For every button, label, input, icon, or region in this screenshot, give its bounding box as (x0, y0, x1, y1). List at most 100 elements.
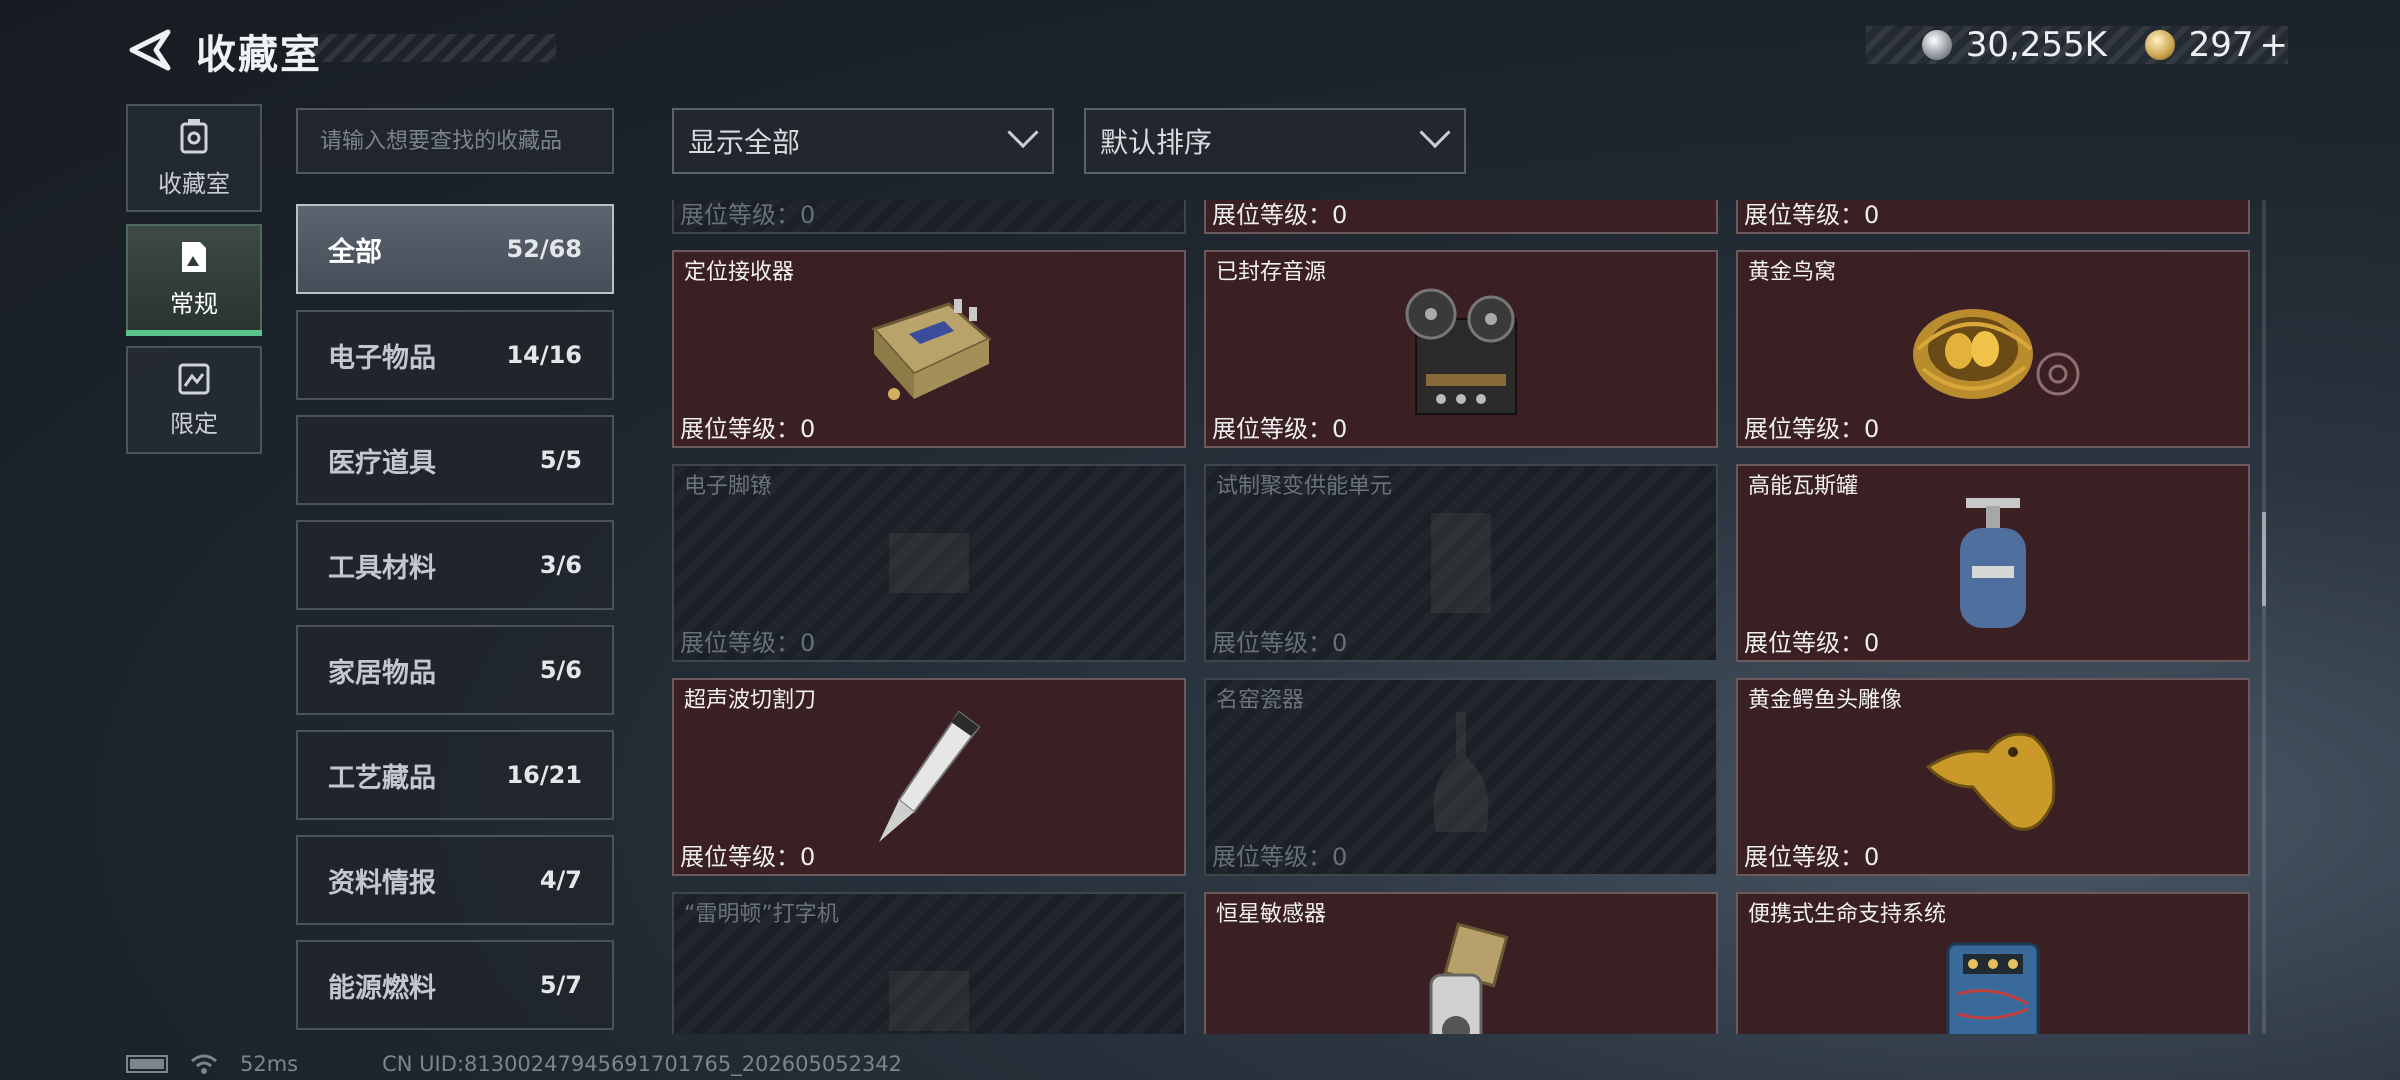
category-count: 4/7 (539, 866, 582, 894)
display-filter-dropdown[interactable]: 显示全部 (672, 108, 1054, 174)
sort-value: 默认排序 (1100, 126, 1213, 159)
item-name: 黄金鳄鱼头雕像 (1748, 688, 1903, 713)
collection-card[interactable]: 高能瓦斯罐 展位等级：0 (1736, 464, 2250, 662)
category-count: 3/6 (539, 551, 582, 579)
nav-label: 限定 (170, 409, 218, 438)
back-button[interactable] (124, 24, 176, 76)
ping-value: 52ms (240, 1052, 299, 1076)
item-name: 试制聚变供能单元 (1216, 474, 1393, 499)
category-fuel[interactable]: 能源燃料 5/7 (296, 940, 614, 1030)
category-count: 5/7 (539, 971, 582, 999)
category-label: 工艺藏品 (328, 762, 436, 794)
nav-limited[interactable]: 限定 (126, 346, 262, 454)
booth-level: 展位等级：0 (680, 201, 816, 229)
category-intel[interactable]: 资料情报 4/7 (296, 835, 614, 925)
typewriter-icon (889, 971, 969, 1031)
category-label: 资料情报 (328, 867, 436, 899)
booth-level: 展位等级：0 (680, 415, 816, 443)
booth-level: 展位等级：0 (1744, 201, 1880, 229)
page-title: 收藏室 (196, 32, 322, 78)
collection-card[interactable]: 黄金鳄鱼头雕像 展位等级：0 (1736, 678, 2250, 876)
booth-level: 展位等级：0 (1212, 629, 1348, 657)
wifi-icon (191, 1054, 217, 1074)
add-currency-button[interactable]: + (2260, 25, 2289, 65)
category-count: 5/6 (539, 656, 582, 684)
title-decoration (310, 34, 556, 62)
collection-card[interactable]: 便携式生命支持系统 (1736, 892, 2250, 1034)
category-label: 能源燃料 (328, 972, 436, 1004)
collection-icon (180, 118, 208, 153)
ankle-monitor-icon (889, 533, 969, 593)
collection-grid: 展位等级：0 展位等级：0 展位等级：0 定位接收器 展位等级：0 已封存音源 (672, 200, 2254, 1034)
collection-card[interactable]: 恒星敏感器 (1204, 892, 1718, 1034)
category-count: 16/21 (506, 761, 582, 789)
category-all[interactable]: 全部 52/68 (296, 204, 614, 294)
collection-card[interactable]: 展位等级：0 (1736, 200, 2250, 234)
grid-scrollbar-thumb[interactable] (2262, 512, 2266, 606)
category-crafts[interactable]: 工艺藏品 16/21 (296, 730, 614, 820)
regular-icon (182, 241, 206, 272)
limited-icon (178, 363, 210, 394)
collection-card[interactable]: 展位等级：0 (672, 200, 1186, 234)
nav-label: 收藏室 (158, 169, 230, 198)
sort-dropdown[interactable]: 默认排序 (1084, 108, 1466, 174)
item-name: 高能瓦斯罐 (1748, 474, 1859, 499)
category-count: 52/68 (506, 235, 582, 263)
booth-level: 展位等级：0 (1212, 415, 1348, 443)
item-name: 恒星敏感器 (1216, 902, 1327, 927)
category-medical[interactable]: 医疗道具 5/5 (296, 415, 614, 505)
collection-card[interactable]: 试制聚变供能单元 展位等级：0 (1204, 464, 1718, 662)
booth-level: 展位等级：0 (1744, 629, 1880, 657)
nav-regular[interactable]: 常规 (126, 224, 262, 336)
category-label: 电子物品 (328, 342, 436, 374)
collection-card[interactable]: 超声波切割刀 展位等级：0 (672, 678, 1186, 876)
category-count: 14/16 (506, 341, 582, 369)
category-count: 5/5 (539, 446, 582, 474)
collection-card[interactable]: 展位等级：0 (1204, 200, 1718, 234)
status-footer: 52ms CN UID:8130024794569170​1765_202605… (126, 1052, 902, 1076)
booth-level: 展位等级：0 (1744, 843, 1880, 871)
item-name: 便携式生命支持系统 (1748, 902, 1947, 927)
category-household[interactable]: 家居物品 5/6 (296, 625, 614, 715)
grid-scrollbar[interactable] (2262, 200, 2266, 1034)
category-tools[interactable]: 工具材料 3/6 (296, 520, 614, 610)
star-sensor-icon (1429, 922, 1509, 1034)
collection-card[interactable]: 已封存音源 展位等级：0 (1204, 250, 1718, 448)
item-name: 名窑瓷器 (1216, 688, 1305, 713)
chevron-down-icon (1007, 116, 1039, 149)
item-name: 超声波切割刀 (684, 688, 817, 713)
category-label: 医疗道具 (328, 447, 436, 479)
booth-level: 展位等级：0 (1212, 843, 1348, 871)
gold-crocodile-icon (1925, 732, 2056, 831)
booth-level: 展位等级：0 (680, 629, 816, 657)
collection-card[interactable]: 名窑瓷器 展位等级：0 (1204, 678, 1718, 876)
collection-card[interactable]: 电子脚镣 展位等级：0 (672, 464, 1186, 662)
booth-level: 展位等级：0 (680, 843, 816, 871)
gold-balance: 297 (2188, 25, 2254, 65)
silver-coin-icon (1922, 30, 1952, 60)
nav-collection[interactable]: 收藏室 (126, 104, 262, 212)
nav-label: 常规 (170, 289, 218, 318)
receiver-icon (871, 299, 992, 400)
currency-bar: 30,255K 297 + (1866, 25, 2289, 65)
display-filter-value: 显示全部 (688, 126, 801, 159)
item-name: 定位接收器 (684, 260, 795, 285)
golden-nest-icon (1913, 309, 2080, 399)
search-input[interactable] (320, 128, 590, 154)
category-electronics[interactable]: 电子物品 14/16 (296, 310, 614, 400)
item-name: 黄金鸟窝 (1748, 260, 1837, 285)
life-support-icon (1946, 942, 2040, 1034)
booth-level: 展位等级：0 (1212, 201, 1348, 229)
user-uid: CN UID:8130024794569170​1765_20260505234… (382, 1052, 903, 1076)
booth-level: 展位等级：0 (1744, 415, 1880, 443)
item-name: 电子脚镣 (684, 474, 773, 499)
porcelain-vase-icon (1433, 712, 1489, 832)
silver-balance: 30,255K (1965, 25, 2107, 65)
search-box[interactable] (296, 108, 614, 174)
back-arrow-icon (129, 29, 171, 71)
collection-card[interactable]: “雷明顿”打字机 (672, 892, 1186, 1034)
collection-card[interactable]: 黄金鸟窝 展位等级：0 (1736, 250, 2250, 448)
gas-tank-icon (1960, 498, 2026, 628)
collection-card[interactable]: 定位接收器 展位等级：0 (672, 250, 1186, 448)
fusion-unit-icon (1431, 513, 1491, 613)
